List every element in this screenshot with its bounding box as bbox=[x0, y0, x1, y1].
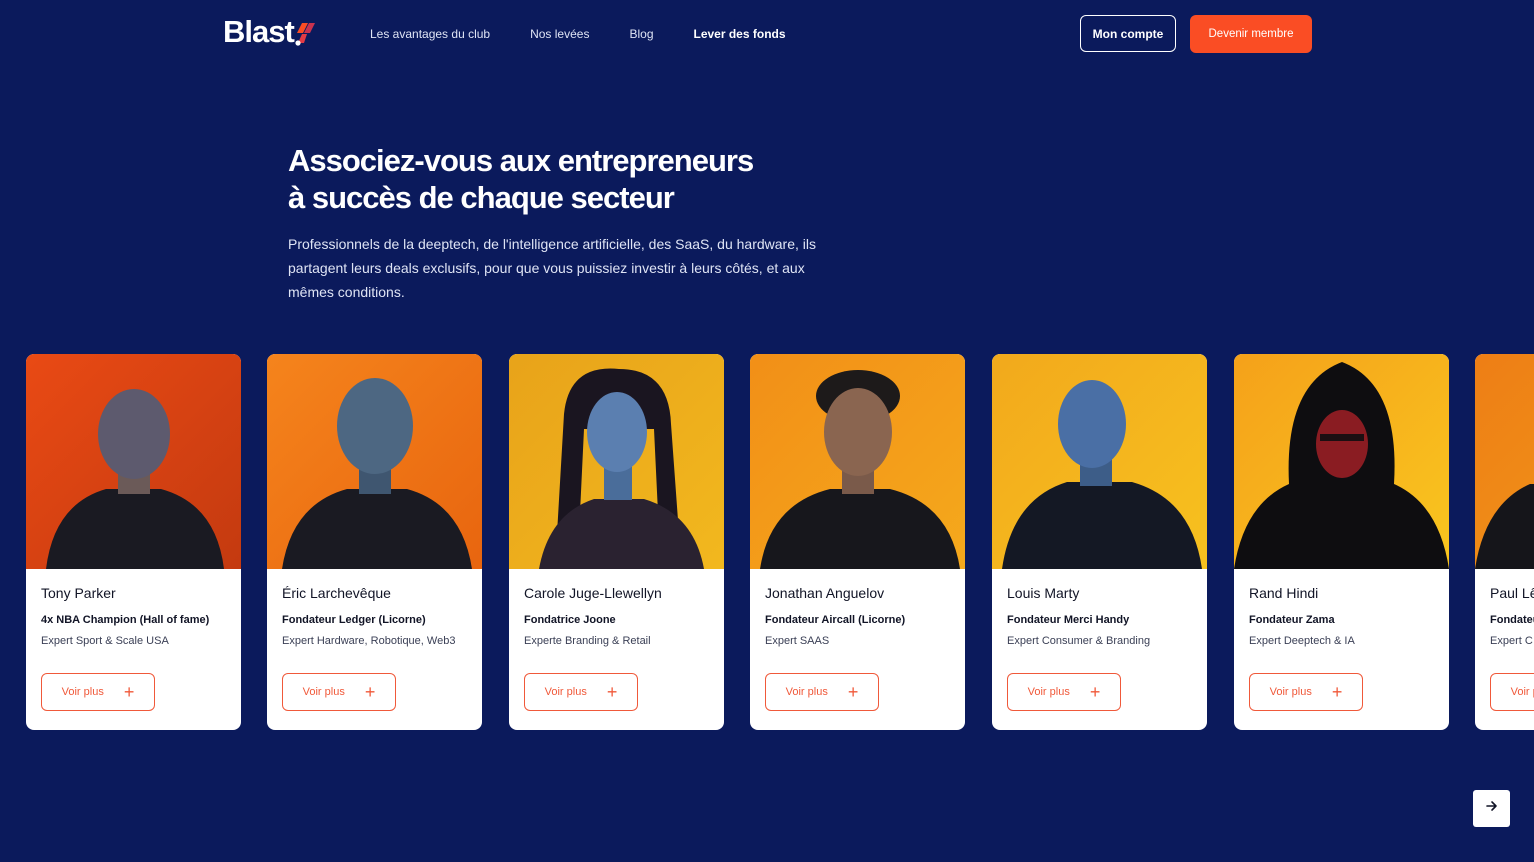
member-expertise: Expert Sport & Scale USA bbox=[41, 635, 169, 647]
member-name: Jonathan Anguelov bbox=[765, 585, 885, 601]
see-more-button[interactable]: Voir plus + bbox=[524, 673, 638, 711]
member-name: Louis Marty bbox=[1007, 585, 1080, 601]
nav-link-avantages[interactable]: Les avantages du club bbox=[370, 27, 490, 41]
member-expertise: Expert Consumer & Branding bbox=[1007, 635, 1151, 647]
see-more-button[interactable]: Voir plus + bbox=[1249, 673, 1363, 711]
member-name: Rand Hindi bbox=[1249, 585, 1319, 601]
member-photo bbox=[509, 354, 724, 569]
see-more-label: Voir plus bbox=[61, 686, 104, 698]
plus-icon: + bbox=[1089, 682, 1101, 702]
logo-mark-icon bbox=[295, 21, 317, 47]
plus-icon: + bbox=[364, 682, 376, 702]
see-more-button[interactable]: Voir plus + bbox=[282, 673, 396, 711]
member-expertise: Expert Deeptech & IA bbox=[1249, 635, 1355, 647]
member-card: Rand Hindi Fondateur Zama Expert Deeptec… bbox=[1234, 354, 1449, 730]
member-role: Fondatrice Joone bbox=[524, 614, 616, 626]
member-role: 4x NBA Champion (Hall of fame) bbox=[41, 614, 210, 626]
become-member-button[interactable]: Devenir membre bbox=[1190, 15, 1312, 53]
blast-logo[interactable]: Blast bbox=[223, 14, 317, 50]
member-expertise: Expert SAAS bbox=[765, 635, 830, 647]
member-photo bbox=[1475, 354, 1534, 569]
see-more-label: Voir plus bbox=[1269, 686, 1312, 698]
account-button[interactable]: Mon compte bbox=[1080, 15, 1176, 52]
main-nav: Les avantages du club Nos levées Blog Le… bbox=[370, 27, 826, 41]
member-name: Tony Parker bbox=[41, 585, 116, 601]
member-photo bbox=[750, 354, 965, 569]
plus-icon: + bbox=[1331, 682, 1343, 702]
member-expertise: Experte Branding & Retail bbox=[524, 635, 651, 647]
member-photo bbox=[992, 354, 1207, 569]
member-carousel: Tony Parker 4x NBA Champion (Hall of fam… bbox=[26, 354, 1534, 734]
member-role: Fondateur Aircall (Licorne) bbox=[765, 614, 906, 626]
hero-description: Professionnels de la deeptech, de l'inte… bbox=[288, 236, 816, 300]
see-more-button[interactable]: Voir plus+ bbox=[1490, 673, 1534, 711]
plus-icon: + bbox=[847, 682, 859, 702]
hero-title: Associez-vous aux entrepreneurs à succès… bbox=[288, 142, 848, 216]
see-more-label: Voir plus bbox=[544, 686, 587, 698]
member-photo bbox=[1234, 354, 1449, 569]
member-card: Louis Marty Fondateur Merci Handy Expert… bbox=[992, 354, 1207, 730]
member-name: Éric Larchevêque bbox=[282, 585, 391, 601]
member-card: Jonathan Anguelov Fondateur Aircall (Lic… bbox=[750, 354, 965, 730]
member-role: Fondateur Ledger (Licorne) bbox=[282, 614, 426, 626]
member-card: Éric Larchevêque Fondateur Ledger (Licor… bbox=[267, 354, 482, 730]
nav-link-blog[interactable]: Blog bbox=[629, 27, 653, 41]
see-more-label: Voir plus bbox=[302, 686, 345, 698]
member-expertise: Expert C bbox=[1490, 635, 1533, 647]
member-card: Paul Lê Fondateur Expert C Voir plus+ bbox=[1475, 354, 1534, 730]
member-role: Fondateur Merci Handy bbox=[1007, 614, 1130, 626]
nav-link-levees[interactable]: Nos levées bbox=[530, 27, 589, 41]
member-card: Tony Parker 4x NBA Champion (Hall of fam… bbox=[26, 354, 241, 730]
member-name: Paul Lê bbox=[1490, 585, 1534, 601]
member-card: Carole Juge-Llewellyn Fondatrice Joone E… bbox=[509, 354, 724, 730]
nav-link-lever-des-fonds[interactable]: Lever des fonds bbox=[694, 27, 786, 41]
see-more-label: Voir plus bbox=[1510, 686, 1534, 698]
see-more-label: Voir plus bbox=[1027, 686, 1070, 698]
hero-title-line-2: à succès de chaque secteur bbox=[288, 180, 675, 215]
member-role: Fondateur Zama bbox=[1249, 614, 1335, 626]
see-more-button[interactable]: Voir plus + bbox=[765, 673, 879, 711]
hero-title-line-1: Associez-vous aux entrepreneurs bbox=[288, 143, 754, 178]
member-photo bbox=[267, 354, 482, 569]
member-role: Fondateur bbox=[1490, 614, 1534, 626]
member-name: Carole Juge-Llewellyn bbox=[524, 585, 662, 601]
arrow-right-icon bbox=[1485, 799, 1499, 818]
member-expertise: Expert Hardware, Robotique, Web3 bbox=[282, 635, 456, 647]
plus-icon: + bbox=[606, 682, 618, 702]
member-photo bbox=[26, 354, 241, 569]
plus-icon: + bbox=[123, 682, 135, 702]
carousel-next-button[interactable] bbox=[1473, 790, 1510, 827]
see-more-button[interactable]: Voir plus + bbox=[41, 673, 155, 711]
site-header: Blast Les avantages du club Nos levées B… bbox=[0, 0, 1534, 70]
see-more-button[interactable]: Voir plus + bbox=[1007, 673, 1121, 711]
see-more-label: Voir plus bbox=[785, 686, 828, 698]
logo-text: Blast bbox=[223, 14, 295, 49]
